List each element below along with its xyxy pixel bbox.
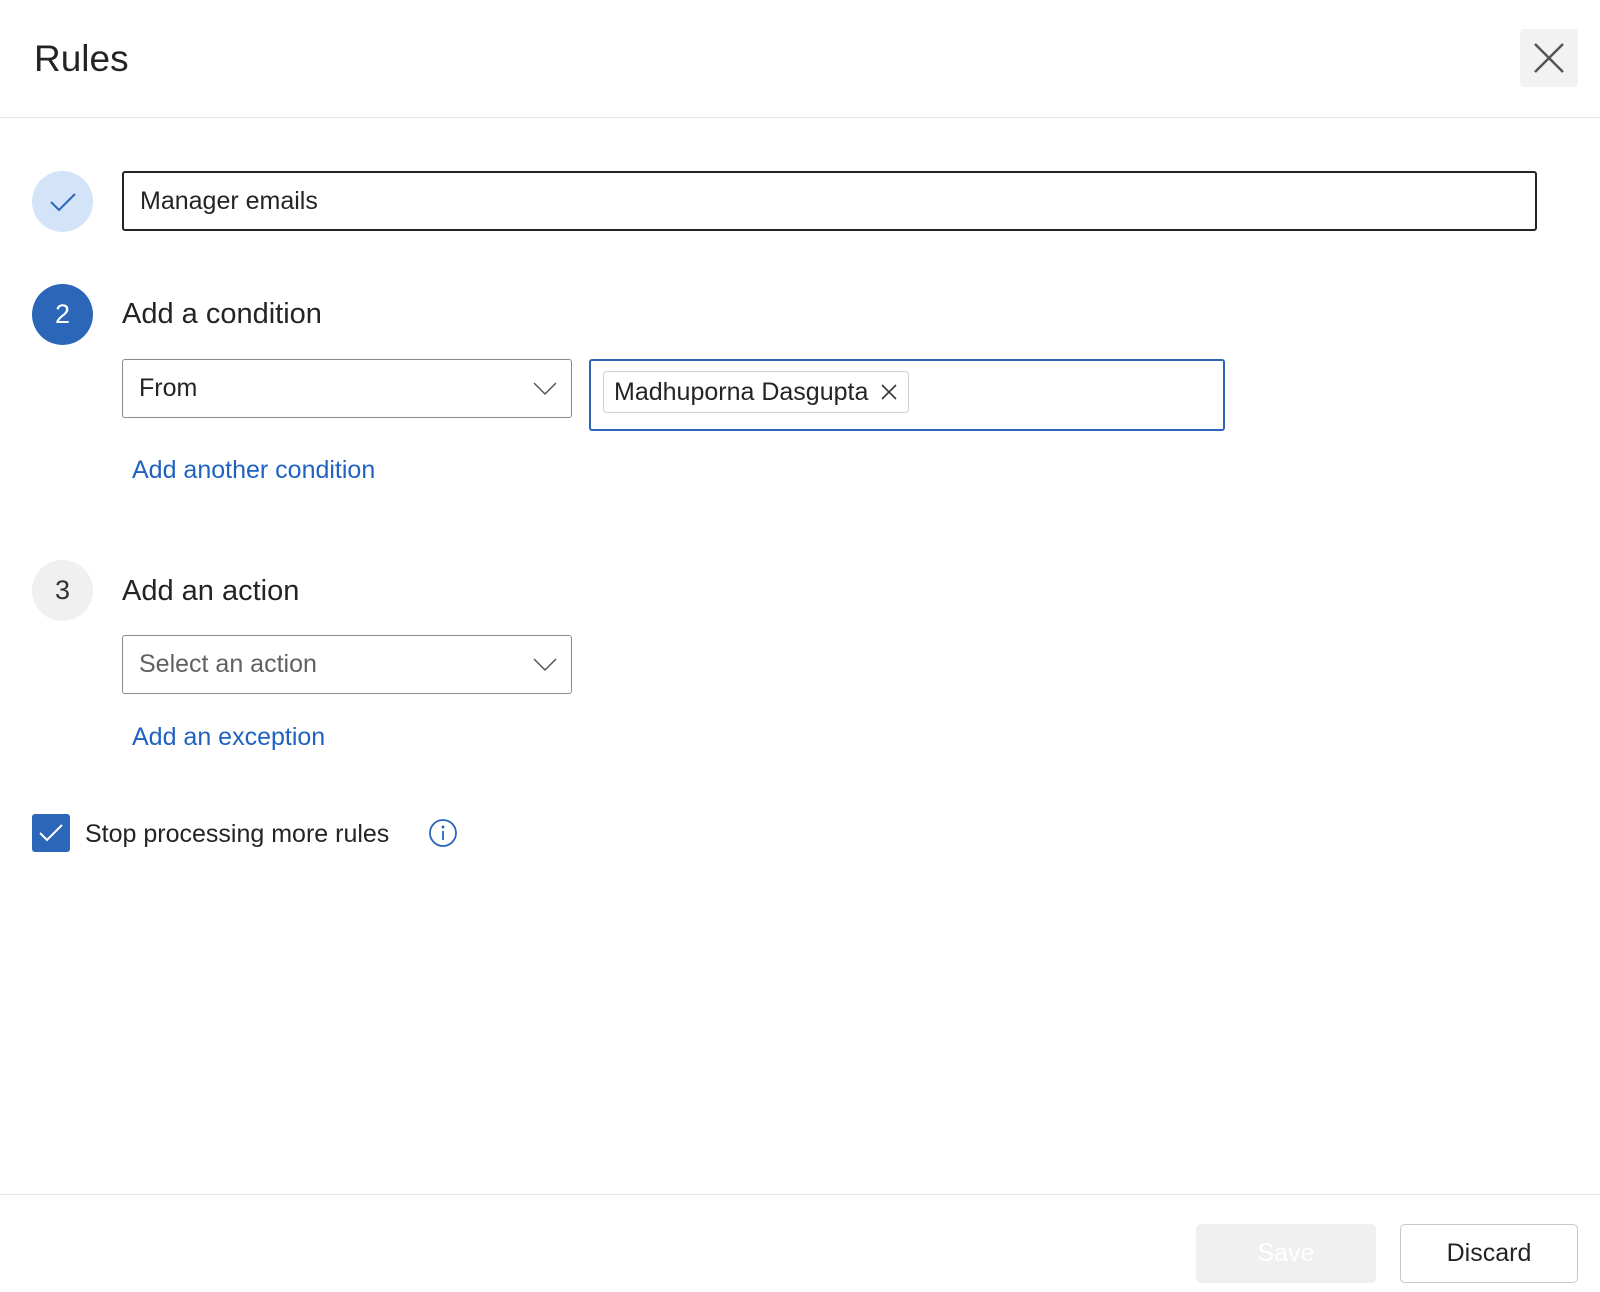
step-3-indicator: 3 [32, 560, 93, 621]
stop-processing-checkbox[interactable] [32, 814, 70, 852]
condition-type-dropdown[interactable]: From [122, 359, 572, 418]
close-button[interactable] [1520, 29, 1578, 87]
stop-processing-label: Stop processing more rules [85, 820, 390, 848]
action-dropdown[interactable]: Select an action [122, 635, 572, 694]
rule-name-value: Manager emails [140, 186, 318, 215]
action-heading: Add an action [122, 575, 300, 607]
recipient-chip: Madhuporna Dasgupta [603, 371, 910, 413]
footer-divider [0, 1194, 1600, 1195]
condition-type-value: From [139, 374, 198, 402]
action-placeholder: Select an action [139, 650, 317, 678]
discard-button[interactable]: Discard [1400, 1224, 1578, 1283]
add-another-condition-link[interactable]: Add another condition [132, 456, 375, 485]
close-icon [1534, 43, 1564, 73]
recipient-chip-label: Madhuporna Dasgupta [614, 377, 869, 406]
dialog-title: Rules [34, 38, 129, 79]
checkmark-icon [39, 824, 63, 842]
save-button[interactable]: Save [1196, 1224, 1376, 1283]
step-1-indicator [32, 171, 93, 232]
add-exception-link[interactable]: Add an exception [132, 723, 325, 752]
chevron-down-icon [533, 381, 557, 395]
info-icon[interactable] [428, 818, 458, 848]
recipient-input[interactable]: Madhuporna Dasgupta [589, 359, 1225, 431]
remove-recipient-icon[interactable] [880, 383, 898, 401]
condition-heading: Add a condition [122, 298, 322, 330]
checkmark-icon [49, 192, 76, 211]
step-2-indicator: 2 [32, 284, 93, 345]
rule-name-input[interactable]: Manager emails [122, 171, 1537, 231]
header-divider [0, 117, 1600, 118]
chevron-down-icon [533, 657, 557, 671]
